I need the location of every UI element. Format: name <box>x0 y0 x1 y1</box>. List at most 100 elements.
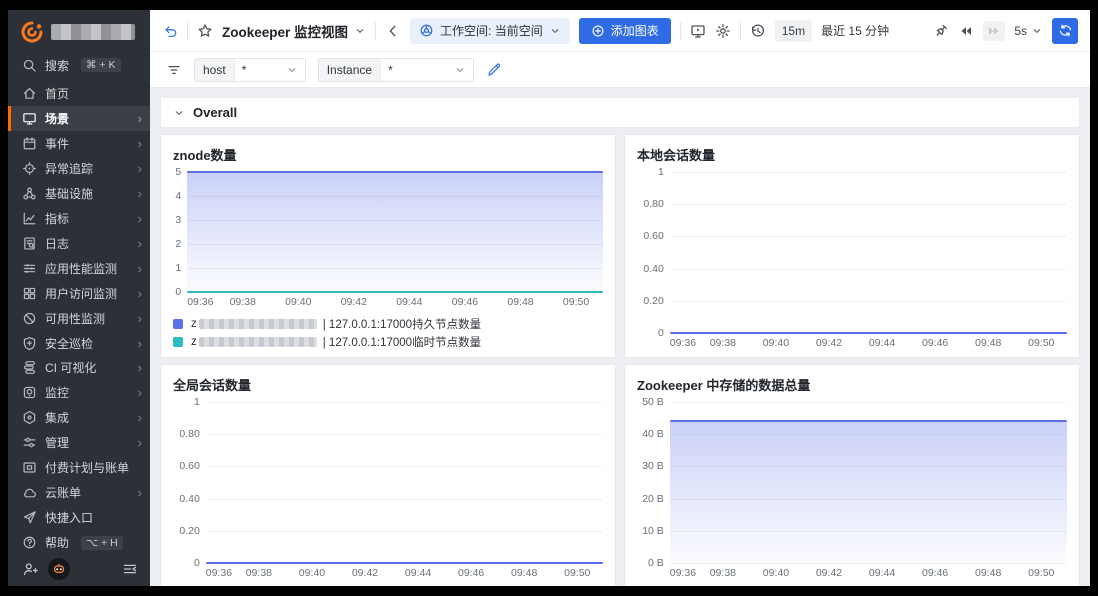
sidebar-item-events[interactable]: 事件› <box>8 131 150 156</box>
sidebar-item-apm[interactable]: 应用性能监测› <box>8 256 150 281</box>
main-area: Zookeeper 监控视图 工作空间: 当前空间 添加图表 15m 最近 15… <box>150 10 1090 586</box>
x-tick-label: 09:44 <box>869 567 895 579</box>
history-button[interactable] <box>750 23 766 39</box>
user-avatar[interactable] <box>48 558 70 580</box>
backward-button[interactable] <box>958 23 974 39</box>
section-title: Overall <box>193 105 237 120</box>
sidebar-item-label: 付费计划与账单 <box>45 459 129 476</box>
series-area <box>670 421 1067 563</box>
gridline <box>670 301 1067 302</box>
y-tick-label: 5 <box>175 167 181 178</box>
gridline <box>670 402 1067 403</box>
chevron-right-icon: › <box>138 436 142 449</box>
x-tick-label: 09:38 <box>710 337 736 349</box>
x-tick-label: 09:40 <box>285 296 311 308</box>
time-range-badge[interactable]: 15m <box>775 20 812 42</box>
filter-funnel-icon[interactable] <box>166 62 182 78</box>
legend-item[interactable]: z| 127.0.0.1:17000持久节点数量 <box>173 315 603 333</box>
sidebar-item-label: 事件 <box>45 135 69 152</box>
chart-plot-area[interactable]: 10.800.600.400.200 <box>637 172 1067 333</box>
sidebar-item-rum[interactable]: 用户访问监测› <box>8 281 150 306</box>
sidebar-item-cloud-bill[interactable]: 云账单› <box>8 480 150 505</box>
refresh-button[interactable] <box>1052 18 1078 44</box>
filter-instance[interactable]: Instance * <box>318 58 474 82</box>
metrics-icon <box>22 211 37 226</box>
sidebar-item-error-tracking[interactable]: 异常追踪› <box>8 156 150 181</box>
refresh-interval-select[interactable]: 5s <box>1014 24 1043 38</box>
time-range-text[interactable]: 最近 15 分钟 <box>821 22 889 39</box>
sidebar-item-quick-entry[interactable]: 快捷入口 <box>8 505 150 530</box>
sidebar-item-label: 应用性能监测 <box>45 260 117 277</box>
workspace-selector[interactable]: 工作空间: 当前空间 <box>410 18 570 44</box>
series-area <box>187 172 603 292</box>
chart-plot-area[interactable]: 10.800.600.400.200 <box>173 402 603 563</box>
x-tick-label: 09:36 <box>187 296 213 308</box>
sidebar-item-integrations[interactable]: 集成› <box>8 405 150 430</box>
legend-label-suffix: | 127.0.0.1:17000持久节点数量 <box>323 316 481 332</box>
sidebar-item-ci[interactable]: CI 可视化› <box>8 355 150 380</box>
settings-gear-button[interactable] <box>715 23 731 39</box>
invite-user-icon[interactable] <box>22 561 38 577</box>
y-tick-label: 20 B <box>642 493 664 504</box>
filter-host-value: * <box>242 63 247 77</box>
favorite-star-button[interactable] <box>197 23 213 39</box>
collapse-header-button[interactable] <box>385 23 401 39</box>
x-tick-label: 09:44 <box>405 567 431 579</box>
chart-panel-3[interactable]: 全局会话数量10.800.600.400.20009:3609:3809:400… <box>160 364 616 586</box>
x-tick-label: 09:40 <box>763 567 789 579</box>
sidebar-item-logs[interactable]: 日志› <box>8 231 150 256</box>
sidebar-menu: 首页场景›事件›异常追踪›基础设施›指标›日志›应用性能监测›用户访问监测›可用… <box>8 78 150 558</box>
x-tick-label: 09:40 <box>763 337 789 349</box>
series-line <box>670 332 1067 334</box>
sidebar-item-label: 基础设施 <box>45 185 93 202</box>
forward-button[interactable] <box>983 21 1005 41</box>
chart-plot-area[interactable]: 543210 <box>173 172 603 292</box>
x-tick-label: 09:46 <box>922 567 948 579</box>
filter-host[interactable]: host * <box>194 58 306 82</box>
chevron-down-icon <box>173 107 185 119</box>
chart-plot-area[interactable]: 50 B40 B30 B20 B10 B0 B <box>637 402 1067 563</box>
y-tick-label: 0.60 <box>179 461 199 472</box>
sidebar-item-management[interactable]: 管理› <box>8 430 150 455</box>
manage-sliders-icon <box>22 435 37 450</box>
filter-instance-label: Instance <box>319 59 381 81</box>
chart-panel-1[interactable]: znode数量54321009:3609:3809:4009:4209:4409… <box>160 134 616 358</box>
app-logo[interactable] <box>8 10 150 50</box>
sidebar-item-help[interactable]: 帮助⌥ + H <box>8 530 150 555</box>
sidebar: 搜索 ⌘ + K 首页场景›事件›异常追踪›基础设施›指标›日志›应用性能监测›… <box>8 10 150 586</box>
edit-filters-button[interactable] <box>486 62 502 78</box>
chart-title: 本地会话数量 <box>637 145 1067 164</box>
sidebar-item-scenes[interactable]: 场景› <box>8 106 150 131</box>
sidebar-item-availability[interactable]: 可用性监测› <box>8 306 150 331</box>
dashboard-title-menu[interactable]: Zookeeper 监控视图 <box>222 21 366 41</box>
sidebar-item-infrastructure[interactable]: 基础设施› <box>8 181 150 206</box>
sidebar-search[interactable]: 搜索 ⌘ + K <box>8 52 150 78</box>
chevron-right-icon: › <box>138 287 142 300</box>
x-tick-label: 09:38 <box>710 567 736 579</box>
pin-button[interactable] <box>933 23 949 39</box>
tv-mode-button[interactable] <box>690 23 706 39</box>
sidebar-item-home[interactable]: 首页 <box>8 81 150 106</box>
y-tick-label: 50 B <box>642 397 664 408</box>
sidebar-item-billing[interactable]: 付费计划与账单 <box>8 455 150 480</box>
workspace-label: 工作空间: 当前空间 <box>440 22 543 39</box>
dashboard-title: Zookeeper 监控视图 <box>222 21 348 41</box>
chart-panel-2[interactable]: 本地会话数量10.800.600.400.20009:3609:3809:400… <box>624 134 1080 358</box>
y-tick-label: 0.80 <box>179 429 199 440</box>
chart-panel-4[interactable]: Zookeeper 中存储的数据总量50 B40 B30 B20 B10 B0 … <box>624 364 1080 586</box>
undo-button[interactable] <box>162 23 178 39</box>
add-chart-button[interactable]: 添加图表 <box>579 18 671 44</box>
legend-item[interactable]: z| 127.0.0.1:17000临时节点数量 <box>173 333 603 351</box>
section-overall[interactable]: Overall <box>160 97 1080 128</box>
search-label: 搜索 <box>45 57 69 74</box>
y-tick-label: 0 <box>194 558 200 569</box>
y-axis-labels: 10.800.600.400.200 <box>637 172 670 333</box>
sidebar-item-metrics[interactable]: 指标› <box>8 206 150 231</box>
legend-label-suffix: | 127.0.0.1:17000临时节点数量 <box>323 334 481 350</box>
y-tick-label: 40 B <box>642 429 664 440</box>
y-tick-label: 30 B <box>642 461 664 472</box>
x-tick-label: 09:48 <box>511 567 537 579</box>
sidebar-item-monitoring[interactable]: 监控› <box>8 380 150 405</box>
collapse-sidebar-icon[interactable] <box>122 561 138 577</box>
sidebar-item-security[interactable]: 安全巡检› <box>8 331 150 356</box>
